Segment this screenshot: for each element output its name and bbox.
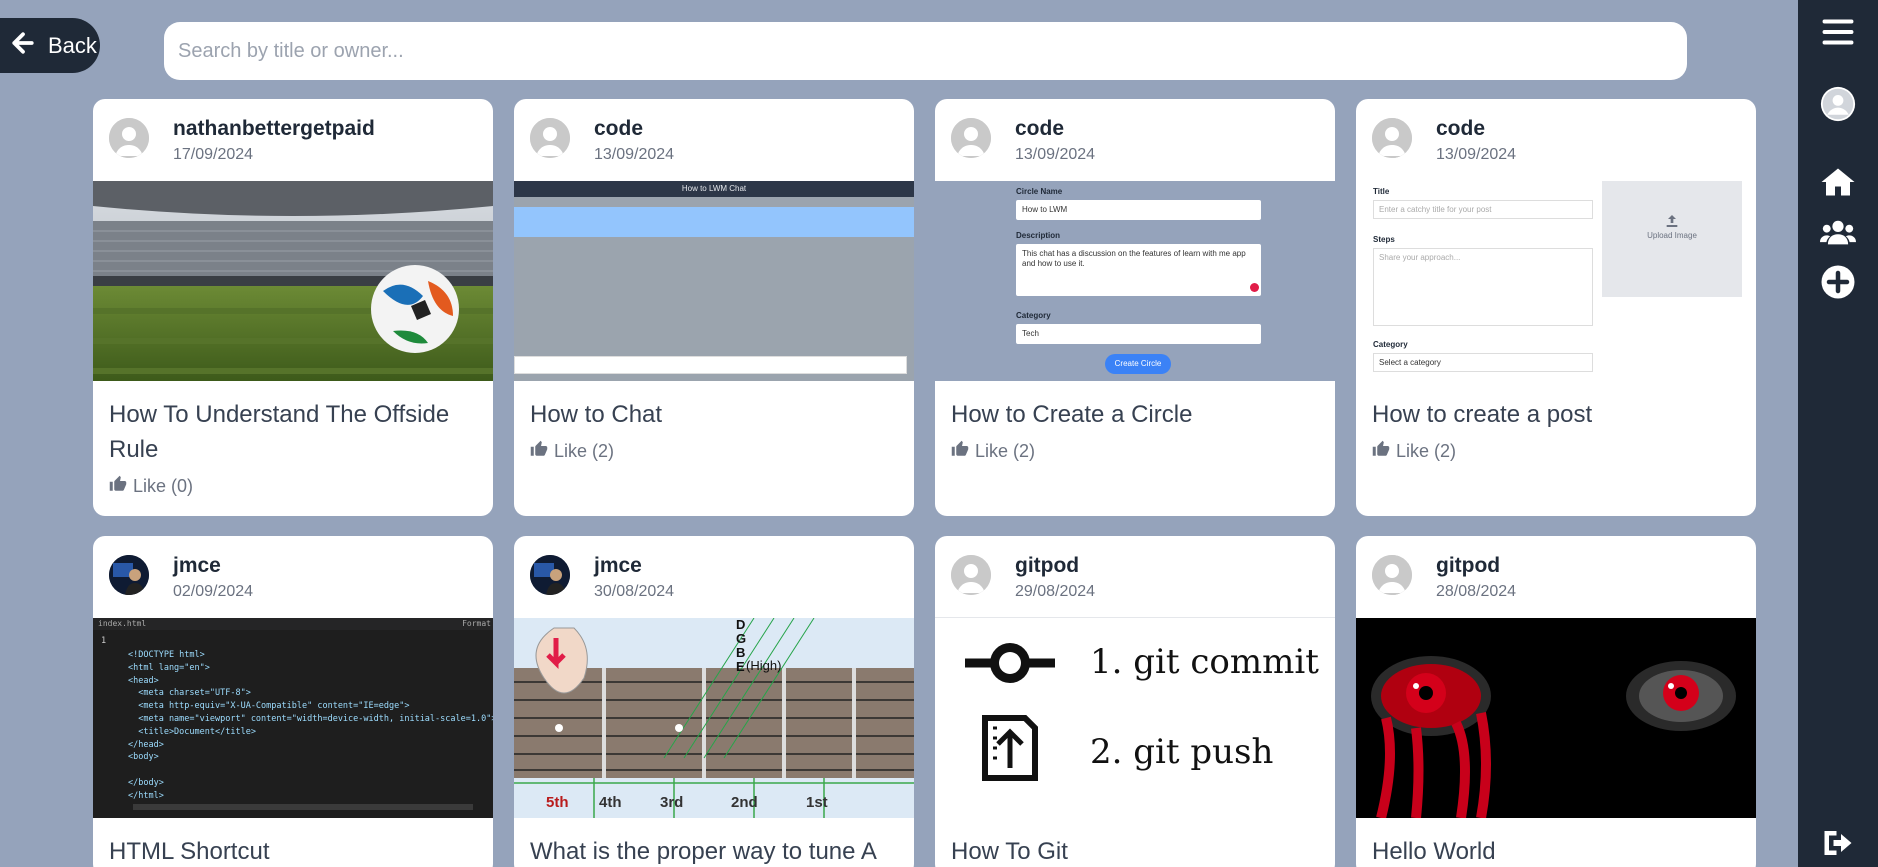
thumb-label: Category [1373, 340, 1408, 349]
thumb-format: Format [462, 619, 491, 628]
thumb-field: Select a category [1373, 353, 1593, 372]
thumb-field: How to LWM [1016, 200, 1261, 220]
avatar [1372, 555, 1412, 595]
post-owner[interactable]: jmce [594, 554, 642, 578]
avatar [530, 555, 570, 595]
post-card[interactable]: gitpod 28/08/2024 Hello World [1356, 536, 1756, 867]
post-card[interactable]: code 13/09/2024 How to LWM Chat How to C… [514, 99, 914, 516]
like-count: Like (2) [1396, 441, 1457, 461]
thumb-label: Circle Name [1016, 187, 1063, 196]
thumb-field: Tech [1016, 324, 1261, 344]
like-button[interactable]: Like (2) [1356, 432, 1756, 463]
post-date: 13/09/2024 [594, 146, 675, 163]
post-title[interactable]: What is the proper way to tune A [514, 818, 914, 867]
sidebar [1798, 0, 1878, 867]
fret-label: 1st [806, 794, 828, 811]
arrow-left-icon [8, 28, 38, 64]
menu-icon[interactable] [1818, 12, 1858, 52]
fret-label: 3rd [660, 794, 684, 811]
post-owner[interactable]: code [594, 117, 643, 141]
post-title[interactable]: How to Chat [514, 381, 914, 432]
avatar [1372, 118, 1412, 158]
avatar [109, 555, 149, 595]
post-title[interactable]: HTML Shortcut [93, 818, 493, 867]
post-thumbnail[interactable]: D G B E (High) 5th 4th 3rd 2nd 1st [514, 618, 914, 818]
thumb-label: Title [1373, 187, 1390, 196]
post-card[interactable]: code 13/09/2024 Title Enter a catchy tit… [1356, 99, 1756, 516]
like-count: Like (0) [133, 476, 194, 496]
group-icon[interactable] [1818, 212, 1858, 252]
post-owner[interactable]: code [1015, 117, 1064, 141]
profile-icon[interactable] [1818, 84, 1858, 124]
thumbs-up-icon [1372, 440, 1390, 463]
thumb-code: <!DOCTYPE html> <html lang="en"> <head> … [128, 650, 493, 801]
thumb-high: (High) [746, 658, 782, 673]
post-card[interactable]: code 13/09/2024 Circle Name How to LWM D… [935, 99, 1335, 516]
post-card[interactable]: nathanbettergetpaid 17/09/2024 How To Un… [93, 99, 493, 516]
fret-label: 2nd [731, 794, 758, 811]
thumb-button: Create Circle [1105, 354, 1171, 374]
thumb-upload-label: Upload Image [1647, 231, 1697, 240]
thumb-field: This chat has a discussion on the featur… [1016, 244, 1261, 296]
thumb-field: Share your approach... [1373, 248, 1593, 326]
avatar [951, 555, 991, 595]
post-thumbnail[interactable] [1356, 618, 1756, 818]
post-title[interactable]: Hello World [1356, 818, 1756, 867]
fret-label: 4th [599, 794, 622, 811]
post-thumbnail[interactable] [93, 181, 493, 381]
post-owner[interactable]: gitpod [1015, 554, 1079, 578]
post-thumbnail[interactable]: index.html Format 1 <!DOCTYPE html> <htm… [93, 618, 493, 818]
thumb-field: Enter a catchy title for your post [1373, 200, 1593, 219]
post-owner[interactable]: gitpod [1436, 554, 1500, 578]
post-title[interactable]: How to create a post [1356, 381, 1756, 432]
post-title[interactable]: How To Git [935, 818, 1335, 867]
thumb-filename: index.html [98, 619, 147, 628]
like-button[interactable]: Like (0) [93, 467, 493, 498]
post-title[interactable]: How to Create a Circle [935, 381, 1335, 432]
post-date: 28/08/2024 [1436, 583, 1517, 600]
post-thumbnail[interactable]: How to LWM Chat [514, 181, 914, 381]
upload-icon [1666, 215, 1678, 227]
back-button[interactable]: Back [0, 18, 100, 73]
thumbs-up-icon [530, 440, 548, 463]
thumb-label: Category [1016, 311, 1051, 320]
thumb-strings: D G B E [736, 618, 747, 674]
thumb-label: Steps [1373, 235, 1395, 244]
avatar [530, 118, 570, 158]
fret-label: 5th [546, 794, 569, 811]
post-thumbnail[interactable]: Circle Name How to LWM Description This … [935, 181, 1335, 381]
home-icon[interactable] [1818, 162, 1858, 202]
like-button[interactable]: Like (2) [935, 432, 1335, 463]
avatar [109, 118, 149, 158]
post-owner[interactable]: nathanbettergetpaid [173, 117, 375, 141]
search-input[interactable] [164, 22, 1687, 80]
like-count: Like (2) [975, 441, 1036, 461]
post-thumbnail[interactable]: Title Enter a catchy title for your post… [1356, 181, 1756, 381]
thumb-topbar: How to LWM Chat [514, 181, 914, 197]
post-owner[interactable]: code [1436, 117, 1485, 141]
back-label: Back [48, 32, 97, 58]
post-date: 13/09/2024 [1436, 146, 1517, 163]
thumb-step: 1. git commit [1090, 642, 1319, 682]
post-date: 17/09/2024 [173, 146, 254, 163]
thumb-label: Description [1016, 231, 1061, 240]
post-card[interactable]: jmce 30/08/2024 D G B E (High) 5th 4th 3… [514, 536, 914, 867]
post-card[interactable]: jmce 02/09/2024 index.html Format 1 <!DO… [93, 536, 493, 867]
logout-icon[interactable] [1818, 823, 1858, 863]
post-card[interactable]: gitpod 29/08/2024 1. git commit 2. git p… [935, 536, 1335, 867]
thumb-step: 2. git push [1090, 732, 1274, 772]
post-date: 02/09/2024 [173, 583, 254, 600]
thumbs-up-icon [109, 475, 127, 498]
post-owner[interactable]: jmce [173, 554, 221, 578]
like-button[interactable]: Like (2) [514, 432, 914, 463]
post-date: 13/09/2024 [1015, 146, 1096, 163]
post-title[interactable]: How To Understand The Offside Rule [93, 381, 493, 467]
avatar [951, 118, 991, 158]
add-icon[interactable] [1818, 262, 1858, 302]
like-count: Like (2) [554, 441, 615, 461]
thumbs-up-icon [951, 440, 969, 463]
post-thumbnail[interactable]: 1. git commit 2. git push [935, 618, 1335, 818]
post-date: 30/08/2024 [594, 583, 675, 600]
post-date: 29/08/2024 [1015, 583, 1096, 600]
